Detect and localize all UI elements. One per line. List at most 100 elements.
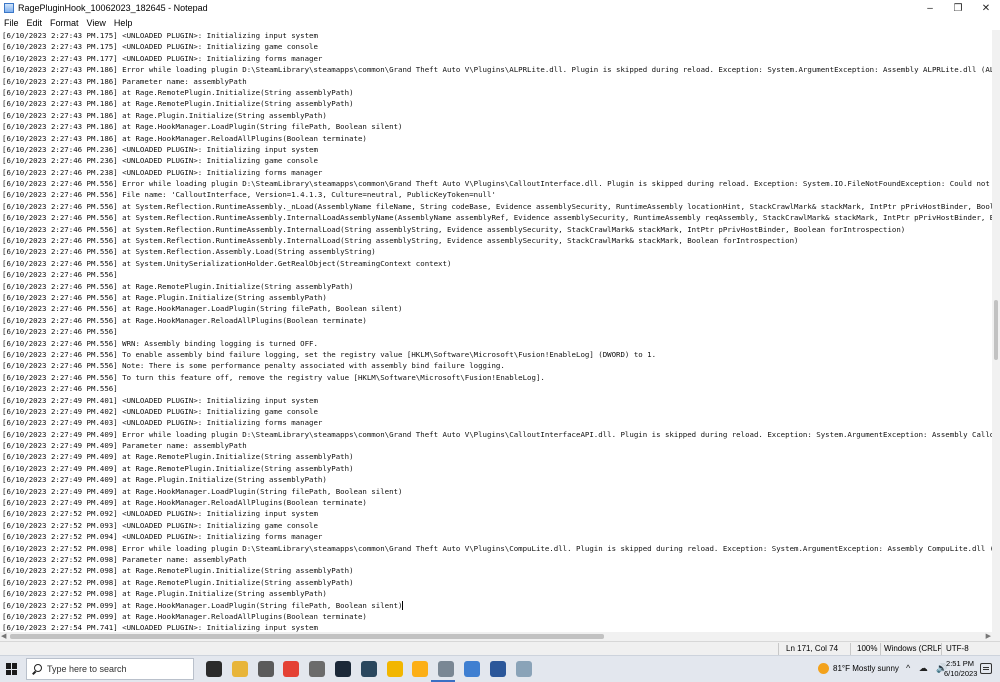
close-button[interactable]: ✕ <box>972 0 1000 16</box>
encoding: UTF-8 <box>946 644 969 653</box>
menu-edit[interactable]: Edit <box>23 18 47 28</box>
menu-bar: File Edit Format View Help <box>0 16 1000 30</box>
text-line: [6/10/2023 2:27:46 PM.556] at Rage.HookM… <box>2 315 367 325</box>
text-line: [6/10/2023 2:27:46 PM.556] at System.Ref… <box>2 201 992 211</box>
menu-view[interactable]: View <box>83 18 110 28</box>
text-line: [6/10/2023 2:27:52 PM.098] Parameter nam… <box>2 554 247 564</box>
text-line: [6/10/2023 2:27:46 PM.556] WRN: Assembly… <box>2 338 318 348</box>
text-line: [6/10/2023 2:27:46 PM.556] File name: 'C… <box>2 190 496 200</box>
app-icon[interactable] <box>516 661 532 677</box>
cursor-position: Ln 171, Col 74 <box>786 644 839 653</box>
text-line: [6/10/2023 2:27:52 PM.098] at Rage.Remot… <box>2 577 354 587</box>
scroll-left-icon[interactable]: ◀ <box>1 632 6 640</box>
clock[interactable]: 2:51 PM 6/10/2023 <box>944 659 978 679</box>
text-line: [6/10/2023 2:27:43 PM.186] at Rage.HookM… <box>2 133 367 143</box>
text-line: [6/10/2023 2:27:46 PM.556] Error while l… <box>2 179 992 189</box>
text-line: [6/10/2023 2:27:46 PM.238] <UNLOADED PLU… <box>2 167 323 177</box>
text-line: [6/10/2023 2:27:43 PM.175] <UNLOADED PLU… <box>2 31 318 40</box>
zoom-level: 100% <box>857 644 878 653</box>
sun-icon <box>818 663 829 674</box>
notepad-icon[interactable] <box>464 661 480 677</box>
status-separator <box>778 643 779 655</box>
text-line: [6/10/2023 2:27:46 PM.556] at System.Ref… <box>2 224 906 234</box>
document-icon[interactable] <box>438 661 454 677</box>
text-line: [6/10/2023 2:27:52 PM.099] at Rage.HookM… <box>2 611 367 621</box>
minimize-button[interactable]: – <box>916 0 944 16</box>
text-line: [6/10/2023 2:27:46 PM.556] at System.Ref… <box>2 236 799 246</box>
windows-start-icon[interactable] <box>6 663 18 675</box>
text-line: [6/10/2023 2:27:49 PM.409] at Rage.Remot… <box>2 452 354 462</box>
task-view-icon[interactable] <box>206 661 222 677</box>
word-icon[interactable] <box>490 661 506 677</box>
status-separator <box>941 643 942 655</box>
vertical-scroll-thumb[interactable] <box>994 300 998 360</box>
text-caret <box>402 601 404 611</box>
text-line: [6/10/2023 2:27:43 PM.186] at Rage.Remot… <box>2 87 354 97</box>
menu-file[interactable]: File <box>0 18 23 28</box>
text-line: [6/10/2023 2:27:43 PM.175] <UNLOADED PLU… <box>2 42 318 52</box>
search-icon <box>34 664 42 672</box>
menu-help[interactable]: Help <box>110 18 137 28</box>
text-line: [6/10/2023 2:27:49 PM.409] at Rage.HookM… <box>2 486 403 496</box>
notification-icon[interactable] <box>980 663 992 674</box>
calculator-icon[interactable] <box>258 661 274 677</box>
text-line: [6/10/2023 2:27:43 PM.186] at Rage.Remot… <box>2 99 354 109</box>
text-line: [6/10/2023 2:27:46 PM.556] Note: There i… <box>2 361 505 371</box>
text-line: [6/10/2023 2:27:46 PM.556] at System.Ref… <box>2 247 376 257</box>
clock-date: 6/10/2023 <box>944 669 978 678</box>
horizontal-scrollbar[interactable]: ◀ ▶ <box>0 632 992 641</box>
text-line: [6/10/2023 2:27:46 PM.236] <UNLOADED PLU… <box>2 144 318 154</box>
text-line: [6/10/2023 2:27:46 PM.556] To turn this … <box>2 372 545 382</box>
text-line: [6/10/2023 2:27:43 PM.186] Parameter nam… <box>2 76 247 86</box>
status-separator <box>850 643 851 655</box>
text-line: [6/10/2023 2:27:52 PM.098] Error while l… <box>2 543 992 553</box>
text-line: [6/10/2023 2:27:52 PM.099] at Rage.HookM… <box>2 600 404 611</box>
horizontal-scroll-thumb[interactable] <box>10 634 604 639</box>
text-line: [6/10/2023 2:27:49 PM.409] at Rage.HookM… <box>2 498 367 508</box>
search-placeholder: Type here to search <box>47 664 127 674</box>
text-line: [6/10/2023 2:27:49 PM.409] at Rage.Remot… <box>2 463 354 473</box>
text-line: [6/10/2023 2:27:49 PM.409] Error while l… <box>2 429 992 439</box>
text-line: [6/10/2023 2:27:49 PM.402] <UNLOADED PLU… <box>2 406 318 416</box>
text-line: [6/10/2023 2:27:49 PM.401] <UNLOADED PLU… <box>2 395 318 405</box>
rockstar-icon[interactable] <box>412 661 428 677</box>
text-line: [6/10/2023 2:27:43 PM.186] at Rage.HookM… <box>2 122 403 132</box>
taskbar-search[interactable]: Type here to search <box>26 658 194 680</box>
text-line: [6/10/2023 2:27:52 PM.092] <UNLOADED PLU… <box>2 509 318 519</box>
text-line: [6/10/2023 2:27:49 PM.409] at Rage.Plugi… <box>2 475 327 485</box>
text-line: [6/10/2023 2:27:46 PM.556] at System.Ref… <box>2 213 992 223</box>
steam-icon[interactable] <box>335 661 351 677</box>
text-line: [6/10/2023 2:27:49 PM.409] Parameter nam… <box>2 441 247 451</box>
menu-format[interactable]: Format <box>46 18 83 28</box>
vertical-scrollbar[interactable] <box>992 30 1000 632</box>
text-editor[interactable]: [6/10/2023 2:27:43 PM.175] <UNLOADED PLU… <box>0 30 992 632</box>
text-line: [6/10/2023 2:27:52 PM.098] at Rage.Remot… <box>2 566 354 576</box>
taskbar: Type here to search 81°F Mostly sunny ^ … <box>0 655 1000 682</box>
status-bar: Ln 171, Col 74 100% Windows (CRLF UTF-8 <box>0 641 1000 655</box>
weather-widget[interactable]: 81°F Mostly sunny <box>818 663 899 674</box>
text-line: [6/10/2023 2:27:46 PM.236] <UNLOADED PLU… <box>2 156 318 166</box>
maximize-button[interactable]: ❐ <box>944 0 972 16</box>
text-line: [6/10/2023 2:27:43 PM.186] at Rage.Plugi… <box>2 110 327 120</box>
text-line: [6/10/2023 2:27:46 PM.556] <box>2 384 118 394</box>
text-line: [6/10/2023 2:27:46 PM.556] at Rage.Plugi… <box>2 292 327 302</box>
text-line: [6/10/2023 2:27:46 PM.556] <box>2 270 118 280</box>
text-line: [6/10/2023 2:27:46 PM.556] <box>2 327 118 337</box>
window-title: RagePluginHook_10062023_182645 - Notepad <box>18 3 208 13</box>
text-line: [6/10/2023 2:27:52 PM.094] <UNLOADED PLU… <box>2 532 323 542</box>
file-explorer-icon[interactable] <box>232 661 248 677</box>
settings-icon[interactable] <box>309 661 325 677</box>
title-bar: RagePluginHook_10062023_182645 - Notepad… <box>0 0 1000 16</box>
steam-alt-icon[interactable] <box>361 661 377 677</box>
text-line: [6/10/2023 2:27:52 PM.093] <UNLOADED PLU… <box>2 520 318 530</box>
scrollbar-corner <box>992 632 1000 641</box>
chrome-icon[interactable] <box>283 661 299 677</box>
text-line: [6/10/2023 2:27:49 PM.403] <UNLOADED PLU… <box>2 418 323 428</box>
clock-time: 2:51 PM <box>946 659 974 668</box>
text-line: [6/10/2023 2:27:46 PM.556] To enable ass… <box>2 349 657 359</box>
text-line: [6/10/2023 2:27:46 PM.556] at Rage.Remot… <box>2 281 354 291</box>
chrome-alt-icon[interactable] <box>387 661 403 677</box>
text-line: [6/10/2023 2:27:43 PM.177] <UNLOADED PLU… <box>2 53 323 63</box>
scroll-right-icon[interactable]: ▶ <box>986 632 991 640</box>
text-line: [6/10/2023 2:27:46 PM.556] at Rage.HookM… <box>2 304 403 314</box>
